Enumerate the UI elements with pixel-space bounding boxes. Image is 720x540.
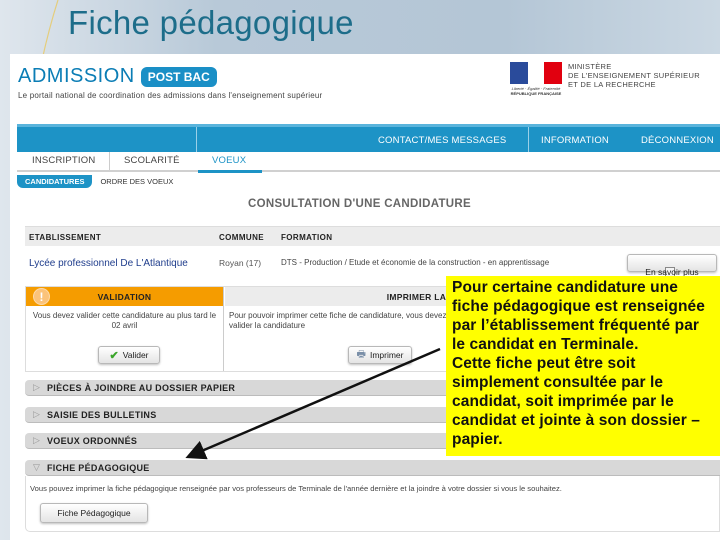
printer-icon: 🖶: [356, 348, 366, 360]
table-header: ETABLISSEMENT COMMUNE FORMATION: [25, 226, 720, 246]
callout-line: le candidat en Terminale.: [452, 336, 639, 353]
fiche-description: Vous pouvez imprimer la fiche pédagogiqu…: [30, 484, 562, 493]
valider-label: Valider: [122, 350, 149, 360]
subtab-candidatures[interactable]: CANDIDATURES: [17, 174, 93, 188]
ministry-line-1: MINISTÈRE: [568, 62, 612, 71]
callout-line: Pour certaine candidature une: [452, 279, 678, 296]
column-formation: FORMATION: [281, 233, 333, 242]
fiche-pedagogique-label: Fiche Pédagogique: [57, 508, 131, 518]
callout-line: fiche pédagogique est renseignée: [452, 298, 705, 315]
imprimer-label: Imprimer: [369, 350, 404, 360]
logo-badge: POST BAC: [140, 66, 217, 87]
nav-contact-messages[interactable]: CONTACT/MES MESSAGES: [378, 135, 506, 146]
chevron-down-icon: ▽: [33, 462, 40, 472]
page-heading: CONSULTATION D'UNE CANDIDATURE: [248, 198, 471, 210]
republic-label: RÉPUBLIQUE FRANÇAISE: [510, 91, 562, 96]
callout-line: Cette fiche peut être soit: [452, 355, 636, 372]
chevron-right-icon: ▷: [33, 382, 40, 392]
checkmark-icon: ✔: [109, 349, 119, 362]
validation-panel: ! VALIDATION Vous devez valider cette ca…: [26, 287, 224, 371]
formation-value: DTS - Production / Etude et économie de …: [281, 258, 550, 267]
accordion-label: FICHE PÉDAGOGIQUE: [47, 463, 150, 473]
french-flag-icon: [510, 62, 562, 84]
site-tagline: Le portail national de coordination des …: [18, 91, 323, 100]
accordion-label: PIÈCES À JOINDRE AU DOSSIER PAPIER: [47, 383, 236, 393]
callout-line: papier.: [452, 431, 503, 448]
valider-button[interactable]: ✔ Valider: [98, 346, 160, 364]
column-etablissement: ETABLISSEMENT: [29, 233, 102, 242]
validation-header: ! VALIDATION: [26, 287, 223, 306]
fiche-pedagogique-button[interactable]: Fiche Pédagogique: [40, 503, 148, 523]
callout-line: candidat et jointe à son dossier –: [452, 412, 701, 429]
tab-scolarite[interactable]: SCOLARITÉ: [124, 155, 180, 166]
site-logo[interactable]: ADMISSION POST BAC: [18, 65, 217, 88]
validation-title: VALIDATION: [97, 292, 152, 302]
chevron-right-icon: ▷: [33, 409, 40, 419]
table-row: Lycée professionnel De L'Atlantique Roya…: [25, 246, 720, 280]
nav-information[interactable]: INFORMATION: [541, 135, 609, 146]
sub-tabs: CANDIDATURES ORDRE DES VOEUX: [17, 174, 173, 188]
callout-line: simplement consultée par le: [452, 374, 664, 391]
print-text: Pour pouvoir imprimer cette fiche de can…: [229, 311, 447, 330]
callout-line: candidat, soit imprimée par le: [452, 393, 674, 410]
nav-divider: [528, 127, 529, 152]
callout-line: par l’établissement fréquenté par: [452, 317, 700, 334]
accordion-label: SAISIE DES BULLETINS: [47, 410, 157, 420]
ministry-line-2: DE L'ENSEIGNEMENT SUPÉRIEUR: [568, 71, 700, 80]
subtab-ordre-des-voeux[interactable]: ORDRE DES VOEUX: [100, 177, 173, 186]
nav-divider: [196, 127, 197, 152]
chevron-right-icon: ▷: [33, 435, 40, 445]
imprimer-button[interactable]: 🖶 Imprimer: [348, 346, 412, 364]
commune-value: Royan (17): [219, 258, 262, 268]
ministry-line-3: ET DE LA RECHERCHE: [568, 80, 656, 89]
candidature-table: ETABLISSEMENT COMMUNE FORMATION Lycée pr…: [25, 226, 720, 280]
validation-text: Vous devez valider cette candidature au …: [32, 311, 217, 330]
logo-text: ADMISSION: [18, 65, 135, 87]
tab-voeux[interactable]: VOEUX: [212, 155, 246, 166]
en-savoir-plus-button[interactable]: En savoir plus: [627, 254, 717, 277]
ministry-logo: Liberté · Égalité · Fraternité RÉPUBLIQU…: [510, 62, 700, 96]
column-commune: COMMUNE: [219, 233, 265, 242]
tab-inscription[interactable]: INSCRIPTION: [32, 155, 95, 166]
etablissement-link[interactable]: Lycée professionnel De L'Atlantique: [29, 258, 188, 269]
active-tab-indicator: [198, 170, 262, 173]
fiche-pedagogique-content: Vous pouvez imprimer la fiche pédagogiqu…: [25, 476, 720, 532]
annotation-callout: Pour certaine candidature une fiche péda…: [446, 276, 720, 456]
accordion-label: VOEUX ORDONNÉS: [47, 436, 138, 446]
nav-deconnexion[interactable]: DÉCONNEXION: [641, 135, 714, 146]
accordion-fiche-pedagogique[interactable]: ▽ FICHE PÉDAGOGIQUE: [25, 460, 720, 476]
main-tabs: INSCRIPTION SCOLARITÉ VOEUX: [17, 152, 720, 173]
tab-divider: [109, 152, 110, 170]
slide-title: Fiche pédagogique: [68, 4, 354, 41]
top-navigation: CONTACT/MES MESSAGES INFORMATION DÉCONNE…: [17, 124, 720, 152]
